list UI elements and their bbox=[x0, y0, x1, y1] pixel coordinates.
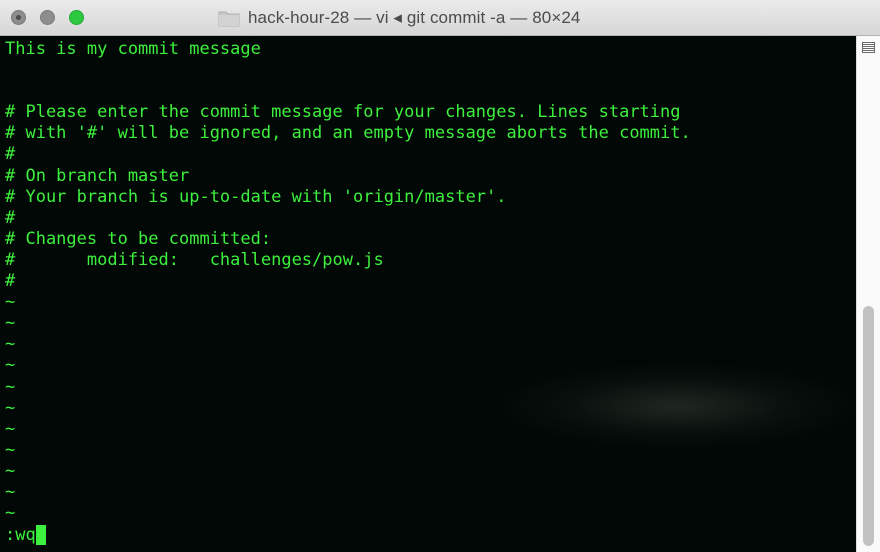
empty-line-tilde: ~ bbox=[5, 418, 16, 439]
close-dot-icon bbox=[16, 15, 21, 20]
text-cursor bbox=[35, 525, 46, 545]
maximize-button[interactable] bbox=[69, 10, 84, 25]
window-title-group: hack-hour-28 — vi ◂ git commit -a — 80×2… bbox=[218, 7, 580, 29]
empty-line-tilde: ~ bbox=[5, 313, 16, 334]
scroll-marker-icon[interactable] bbox=[862, 42, 875, 53]
minimize-button[interactable] bbox=[40, 10, 55, 25]
empty-line-tilde: ~ bbox=[5, 439, 16, 460]
empty-line-tilde: ~ bbox=[5, 503, 16, 524]
empty-line-tilde: ~ bbox=[5, 460, 16, 481]
terminal-content[interactable]: This is my commit message # Please enter … bbox=[0, 36, 856, 552]
editor-line: # Your branch is up-to-date with 'origin… bbox=[5, 186, 507, 207]
terminal-window: hack-hour-28 — vi ◂ git commit -a — 80×2… bbox=[0, 0, 880, 552]
editor-line: # On branch master bbox=[5, 165, 190, 186]
editor-line: # modified: challenges/pow.js bbox=[5, 249, 384, 270]
scroll-thumb[interactable] bbox=[863, 306, 874, 546]
editor-line: # Changes to be committed: bbox=[5, 228, 272, 249]
command-text: :wq bbox=[5, 525, 36, 545]
title-bar[interactable]: hack-hour-28 — vi ◂ git commit -a — 80×2… bbox=[0, 0, 880, 36]
empty-line-tilde: ~ bbox=[5, 481, 16, 502]
scrollbar[interactable] bbox=[856, 36, 880, 552]
command-line[interactable]: :wq bbox=[5, 524, 46, 546]
empty-line-tilde: ~ bbox=[5, 355, 16, 376]
empty-line-tilde: ~ bbox=[5, 292, 16, 313]
editor-line: # Please enter the commit message for yo… bbox=[5, 102, 681, 123]
folder-icon bbox=[218, 11, 240, 27]
editor-buffer[interactable]: This is my commit message # Please enter … bbox=[5, 39, 691, 524]
empty-line-tilde: ~ bbox=[5, 334, 16, 355]
close-button[interactable] bbox=[11, 10, 26, 25]
empty-line-tilde: ~ bbox=[5, 397, 16, 418]
window-title: hack-hour-28 — vi ◂ git commit -a — 80×2… bbox=[248, 8, 581, 27]
editor-line: # bbox=[5, 144, 16, 165]
editor-line: # bbox=[5, 271, 16, 292]
editor-line: # with '#' will be ignored, and an empty… bbox=[5, 123, 691, 144]
empty-line-tilde: ~ bbox=[5, 376, 16, 397]
editor-line: # bbox=[5, 207, 16, 228]
editor-line: This is my commit message bbox=[5, 39, 261, 59]
